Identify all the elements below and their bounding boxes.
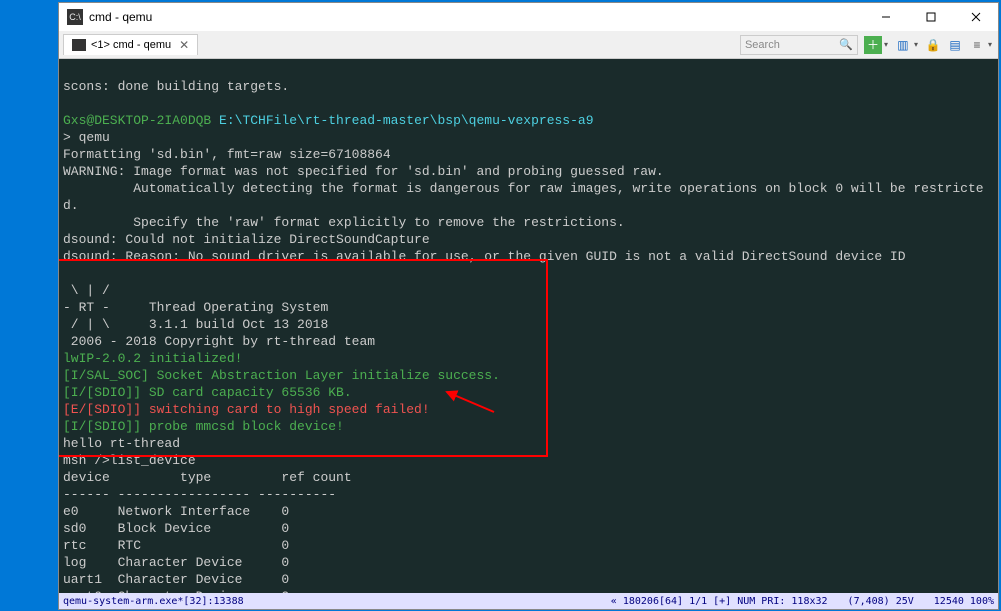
output-line: [E/[SDIO]] switching card to high speed … <box>63 402 430 417</box>
output-line: sd0 Block Device 0 <box>63 521 289 536</box>
add-button[interactable]: ＋ <box>864 36 882 54</box>
tab-label: <1> cmd - qemu <box>91 39 171 51</box>
maximize-button[interactable] <box>908 3 953 31</box>
output-line: 2006 - 2018 Copyright by rt-thread team <box>63 334 375 349</box>
app-window: C:\ cmd - qemu <1> cmd - qemu ✕ Search 🔍… <box>58 2 999 610</box>
output-line: log Character Device 0 <box>63 555 289 570</box>
output-line: hello rt-thread <box>63 436 180 451</box>
prompt-user: Gxs@DESKTOP-2IA0DQB <box>63 113 211 128</box>
status-zoom: 12540 100% <box>934 596 994 607</box>
minimize-button[interactable] <box>863 3 908 31</box>
output-line: - RT - Thread Operating System <box>63 300 328 315</box>
output-line: msh />list_device <box>63 453 196 468</box>
window-mode-button[interactable]: ▥ <box>894 36 912 54</box>
chevron-down-icon[interactable]: ▾ <box>988 40 992 49</box>
output-line: uart0 Character Device 2 <box>63 589 289 593</box>
output-line: ------ ----------------- ---------- <box>63 487 336 502</box>
output-line: e0 Network Interface 0 <box>63 504 289 519</box>
close-icon[interactable]: ✕ <box>179 38 189 52</box>
output-line: rtc RTC 0 <box>63 538 289 553</box>
output-line: dsound: Reason: No sound driver is avail… <box>63 249 906 264</box>
output-line: [I/[SDIO]] probe mmcsd block device! <box>63 419 344 434</box>
chevron-down-icon[interactable]: ▾ <box>884 40 888 49</box>
chevron-down-icon[interactable]: ▾ <box>914 40 918 49</box>
output-line: \ | / <box>63 283 110 298</box>
output-line: [I/[SDIO]] SD card capacity 65536 KB. <box>63 385 352 400</box>
status-position: « 180206[64] 1/1 [+] NUM PRI: 118x32 <box>611 596 828 607</box>
window-title: cmd - qemu <box>89 10 863 24</box>
status-memory: (7,408) 25V <box>848 596 914 607</box>
output-line: / | \ 3.1.1 build Oct 13 2018 <box>63 317 328 332</box>
desktop: C:\ cmd - qemu <1> cmd - qemu ✕ Search 🔍… <box>0 0 1001 611</box>
output-line: Automatically detecting the format is da… <box>63 181 984 196</box>
app-icon: C:\ <box>67 9 83 25</box>
close-button[interactable] <box>953 3 998 31</box>
terminal-icon <box>72 39 86 51</box>
output-line: d. <box>63 198 79 213</box>
annotation-arrow <box>439 387 499 417</box>
tab-bar: <1> cmd - qemu ✕ Search 🔍 ＋▾ ▥▾ 🔒 ▤ ≡▾ <box>59 31 998 59</box>
terminal-output[interactable]: scons: done building targets. Gxs@DESKTO… <box>59 59 998 593</box>
status-process: qemu-system-arm.exe*[32]:13388 <box>63 596 244 607</box>
list-button[interactable]: ▤ <box>946 36 964 54</box>
output-line: device type ref count <box>63 470 352 485</box>
search-icon: 🔍 <box>839 38 853 51</box>
lock-button[interactable]: 🔒 <box>924 36 942 54</box>
output-line: scons: done building targets. <box>63 79 289 94</box>
tab-cmd-qemu[interactable]: <1> cmd - qemu ✕ <box>63 34 198 55</box>
output-line: lwIP-2.0.2 initialized! <box>63 351 242 366</box>
window-controls <box>863 3 998 31</box>
search-input[interactable]: Search 🔍 <box>740 35 858 55</box>
menu-button[interactable]: ≡ <box>968 36 986 54</box>
output-line: Specify the 'raw' format explicitly to r… <box>63 215 625 230</box>
output-line: Formatting 'sd.bin', fmt=raw size=671088… <box>63 147 391 162</box>
output-line: uart1 Character Device 0 <box>63 572 289 587</box>
output-line: > qemu <box>63 130 110 145</box>
output-line: WARNING: Image format was not specified … <box>63 164 664 179</box>
output-line: dsound: Could not initialize DirectSound… <box>63 232 430 247</box>
output-line: [I/SAL_SOC] Socket Abstraction Layer ini… <box>63 368 500 383</box>
status-bar: qemu-system-arm.exe*[32]:13388 « 180206[… <box>59 593 998 609</box>
titlebar[interactable]: C:\ cmd - qemu <box>59 3 998 31</box>
prompt-path: E:\TCHFile\rt-thread-master\bsp\qemu-vex… <box>211 113 593 128</box>
search-placeholder: Search <box>745 39 780 51</box>
toolbar-buttons: ＋▾ ▥▾ 🔒 ▤ ≡▾ <box>864 36 994 54</box>
